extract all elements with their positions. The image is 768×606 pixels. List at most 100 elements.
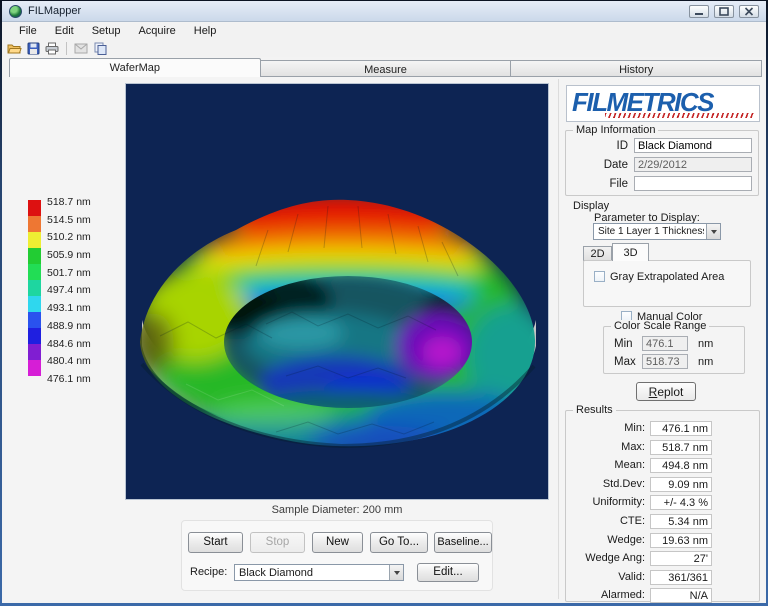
filmapper-window: FILMapper File Edit Setup Acquire Help bbox=[2, 1, 766, 603]
display-title: Display bbox=[573, 200, 609, 212]
date-field[interactable] bbox=[634, 157, 752, 172]
id-field[interactable] bbox=[634, 138, 752, 153]
menu-file[interactable]: File bbox=[10, 23, 46, 40]
copy-icon[interactable] bbox=[92, 41, 108, 56]
maximize-button[interactable] bbox=[714, 5, 734, 18]
legend-label: 484.6 nm bbox=[47, 336, 91, 354]
result-label: Wedge: bbox=[607, 534, 645, 546]
result-row: Mean: 494.8 nm bbox=[566, 457, 759, 476]
stop-button[interactable]: Stop bbox=[250, 532, 305, 553]
wafermap-page: 518.7 nm514.5 nm510.2 nm505.9 nm501.7 nm… bbox=[4, 77, 764, 601]
legend-label: 514.5 nm bbox=[47, 212, 91, 230]
view-options-group: Gray Extrapolated Area bbox=[583, 260, 751, 307]
result-label: Uniformity: bbox=[592, 496, 645, 508]
tab-2d[interactable]: 2D bbox=[583, 246, 612, 261]
start-button[interactable]: Start bbox=[188, 532, 243, 553]
color-scale-range-group: Color Scale Range Min nm Max nm bbox=[603, 326, 745, 374]
minimize-icon bbox=[694, 7, 704, 16]
legend-label: 501.7 nm bbox=[47, 265, 91, 283]
legend-colorbar bbox=[28, 200, 41, 376]
title-bar[interactable]: FILMapper bbox=[2, 1, 766, 22]
tab-wafermap[interactable]: WaferMap bbox=[9, 58, 261, 77]
filmetrics-logo-hatch bbox=[605, 113, 755, 118]
min-unit: nm bbox=[698, 338, 713, 350]
max-field[interactable] bbox=[642, 354, 688, 369]
toolbar-separator bbox=[66, 42, 67, 55]
menu-setup[interactable]: Setup bbox=[83, 23, 130, 40]
chevron-down-icon bbox=[711, 230, 717, 234]
result-row: Wedge: 19.63 nm bbox=[566, 532, 759, 551]
main-tabstrip: WaferMap Measure History bbox=[9, 58, 762, 77]
file-label: File bbox=[566, 178, 628, 190]
panel-divider bbox=[558, 79, 559, 599]
go-to-button[interactable]: Go To... bbox=[370, 532, 428, 553]
legend-label: 493.1 nm bbox=[47, 300, 91, 318]
results-group: Results Min:476.1 nmMax:518.7 nmMean:494… bbox=[565, 410, 760, 602]
color-scale-range-title: Color Scale Range bbox=[611, 320, 709, 332]
legend-label: 476.1 nm bbox=[47, 371, 91, 389]
result-label: CTE: bbox=[620, 515, 645, 527]
minimize-button[interactable] bbox=[689, 5, 709, 18]
result-label: Wedge Ang: bbox=[585, 552, 645, 564]
result-label: Max: bbox=[621, 441, 645, 453]
min-field[interactable] bbox=[642, 336, 688, 351]
file-field[interactable] bbox=[634, 176, 752, 191]
results-rows: Min:476.1 nmMax:518.7 nmMean:494.8 nmStd… bbox=[566, 420, 759, 606]
result-row: Min:476.1 nm bbox=[566, 420, 759, 439]
print-icon[interactable] bbox=[44, 41, 60, 56]
chevron-down-icon bbox=[394, 571, 400, 575]
close-icon bbox=[744, 7, 754, 16]
gray-extrapolated-label: Gray Extrapolated Area bbox=[610, 271, 724, 283]
recipe-dropdown-arrow[interactable] bbox=[389, 565, 403, 580]
recipe-value: Black Diamond bbox=[239, 567, 387, 579]
menu-bar: File Edit Setup Acquire Help bbox=[2, 23, 766, 40]
recipe-label: Recipe: bbox=[190, 566, 227, 578]
result-value: 494.8 nm bbox=[650, 458, 712, 473]
recipe-combobox[interactable]: Black Diamond bbox=[234, 564, 404, 581]
report-icon[interactable] bbox=[73, 41, 89, 56]
result-value: 19.63 nm bbox=[650, 533, 712, 548]
menu-acquire[interactable]: Acquire bbox=[129, 23, 184, 40]
tab-measure[interactable]: Measure bbox=[261, 60, 512, 77]
window-title: FILMapper bbox=[28, 5, 81, 17]
result-value: +/- 4.3 % bbox=[650, 495, 712, 510]
legend-label: 497.4 nm bbox=[47, 282, 91, 300]
result-row: CTE: 5.34 nm bbox=[566, 513, 759, 532]
baseline-button[interactable]: Baseline... bbox=[434, 532, 492, 553]
result-value: N/A bbox=[650, 588, 712, 603]
result-label: Alarmed: bbox=[601, 589, 645, 601]
date-label: Date bbox=[566, 159, 628, 171]
gray-extrapolated-checkbox[interactable] bbox=[594, 271, 605, 282]
filmetrics-logo: FILMETRICS bbox=[566, 85, 760, 122]
wafer-3d-plot[interactable] bbox=[125, 83, 549, 500]
parameter-dropdown-arrow[interactable] bbox=[706, 224, 720, 239]
id-label: ID bbox=[566, 140, 628, 152]
parameter-combobox[interactable]: Site 1 Layer 1 Thickness bbox=[593, 223, 721, 240]
menu-edit[interactable]: Edit bbox=[46, 23, 83, 40]
replot-button[interactable]: Replot bbox=[636, 382, 696, 401]
open-file-icon[interactable] bbox=[6, 41, 22, 56]
min-label: Min bbox=[614, 338, 638, 350]
result-label: Std.Dev: bbox=[603, 478, 645, 490]
save-icon[interactable] bbox=[25, 41, 41, 56]
result-label: Mean: bbox=[614, 459, 645, 471]
edit-recipe-button[interactable]: Edit... bbox=[417, 563, 479, 582]
result-row: Valid:361/361 bbox=[566, 569, 759, 588]
toolbar bbox=[2, 40, 766, 57]
max-unit: nm bbox=[698, 356, 713, 368]
legend-label: 510.2 nm bbox=[47, 229, 91, 247]
app-icon bbox=[9, 5, 22, 18]
parameter-value: Site 1 Layer 1 Thickness bbox=[598, 226, 704, 237]
new-button[interactable]: New bbox=[312, 532, 363, 553]
tab-history[interactable]: History bbox=[511, 60, 762, 77]
menu-help[interactable]: Help bbox=[185, 23, 226, 40]
result-value: 476.1 nm bbox=[650, 421, 712, 436]
result-value: 361/361 bbox=[650, 570, 712, 585]
result-value: 9.09 nm bbox=[650, 477, 712, 492]
legend-labels: 518.7 nm514.5 nm510.2 nm505.9 nm501.7 nm… bbox=[47, 194, 91, 389]
legend-label: 505.9 nm bbox=[47, 247, 91, 265]
result-value: 5.34 nm bbox=[650, 514, 712, 529]
close-button[interactable] bbox=[739, 5, 759, 18]
result-row: Std.Dev: 9.09 nm bbox=[566, 476, 759, 495]
tab-3d[interactable]: 3D bbox=[612, 243, 649, 261]
